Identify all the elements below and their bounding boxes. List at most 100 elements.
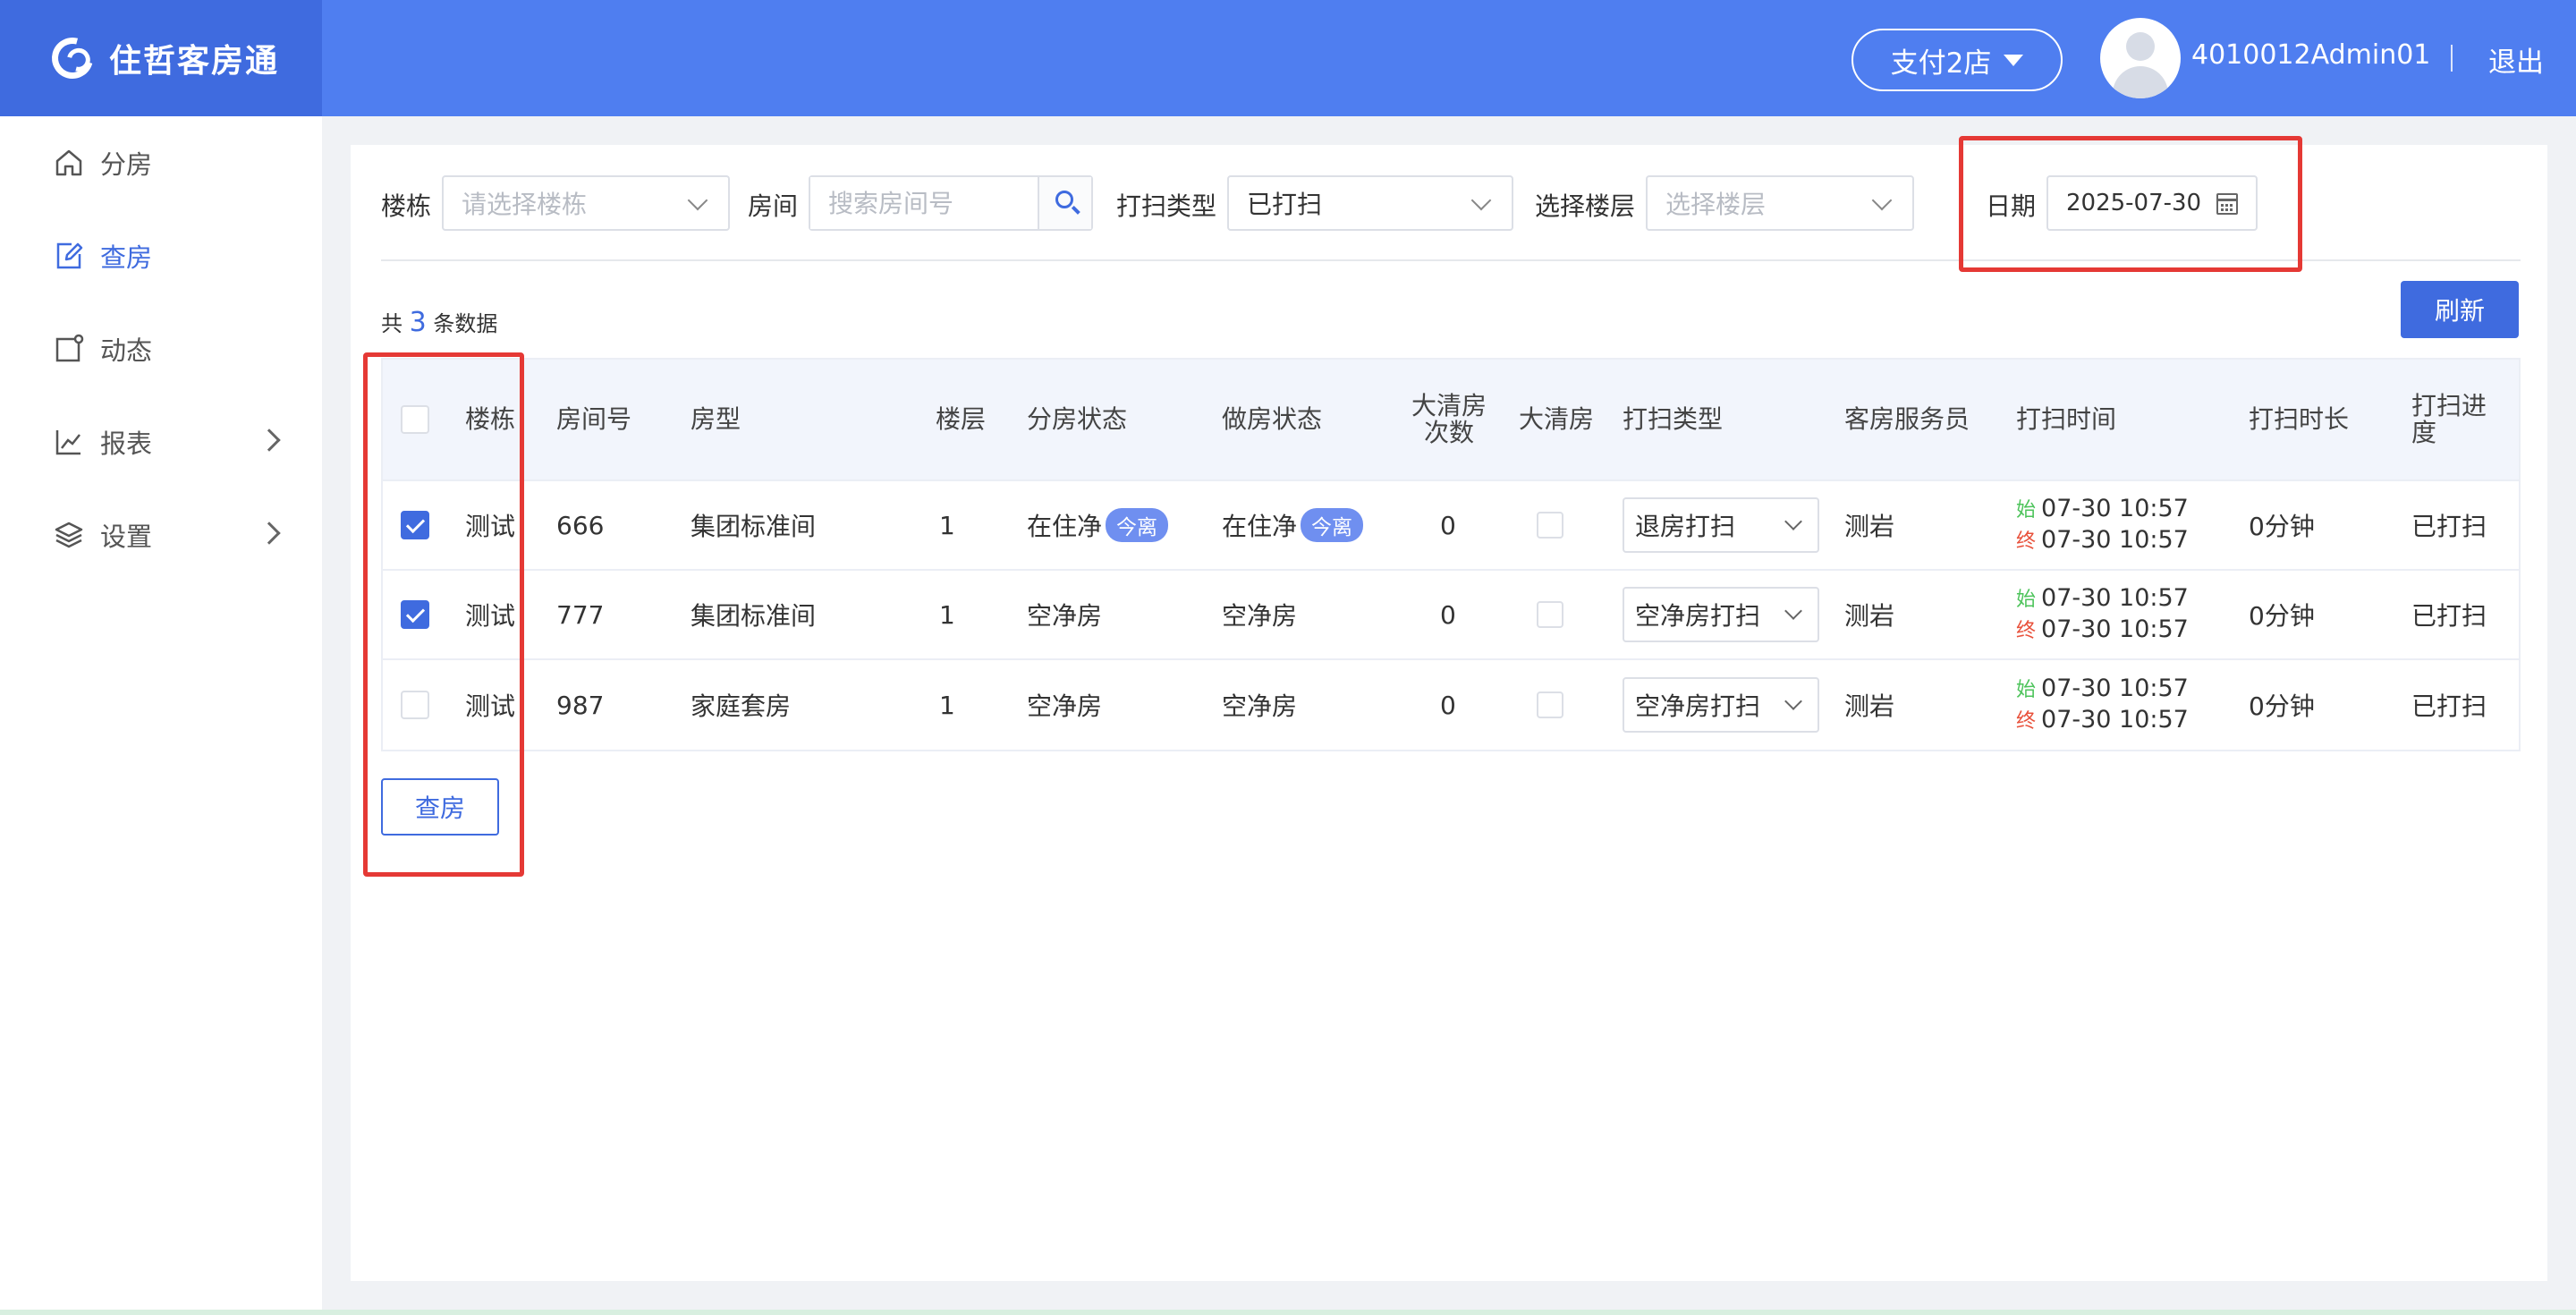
clean-type-row-select[interactable]: 空净房打扫 xyxy=(1623,677,1819,733)
sidebar-item-label: 报表 xyxy=(100,428,153,459)
floor-select[interactable]: 选择楼层 xyxy=(1646,175,1914,231)
store-label: 支付2店 xyxy=(1890,47,1992,80)
table-header: 楼栋 房间号 房型 楼层 分房状态 做房状态 大清房次数 大清房 打扫类型 客房… xyxy=(383,360,2519,481)
start-label: 始 xyxy=(2016,679,2037,701)
cell-progress: 已打扫 xyxy=(2411,601,2487,631)
col-progress: 打扫进度 xyxy=(2411,391,2487,447)
store-selector[interactable]: 支付2店 xyxy=(1852,29,2063,91)
cell-building: 测试 xyxy=(465,601,516,631)
room-label: 房间 xyxy=(748,191,799,221)
clean-type-select[interactable]: 已打扫 xyxy=(1227,175,1513,231)
sidebar-item-label: 分房 xyxy=(100,149,153,180)
cell-room-no: 666 xyxy=(556,510,605,540)
date-value: 2025-07-30 xyxy=(2066,190,2202,216)
deep-clean-checkbox[interactable] xyxy=(1537,512,1563,539)
chevron-down-icon xyxy=(1871,190,1893,211)
col-deep-clean: 大清房 xyxy=(1519,404,1595,434)
start-label: 始 xyxy=(2016,499,2037,522)
sidebar-item-label: 动态 xyxy=(100,335,153,366)
refresh-button[interactable]: 刷新 xyxy=(2401,281,2519,338)
floor-label: 选择楼层 xyxy=(1535,191,1636,221)
sidebar-item-reports[interactable]: 报表 xyxy=(0,406,322,478)
chevron-right-icon xyxy=(258,522,281,545)
end-time: 07-30 10:57 xyxy=(2041,706,2189,734)
col-clean-type: 打扫类型 xyxy=(1623,404,1724,434)
sidebar-item-settings[interactable]: 设置 xyxy=(0,499,322,571)
home-icon xyxy=(54,148,84,178)
sidebar-item-label: 设置 xyxy=(100,522,153,552)
top-bar: 住哲客房通 支付2店 4010012Admin01 退出 xyxy=(0,0,2576,116)
deep-clean-checkbox[interactable] xyxy=(1537,691,1563,718)
avatar[interactable] xyxy=(2100,18,2181,98)
status-badge: 今离 xyxy=(1301,508,1364,542)
deep-clean-checkbox[interactable] xyxy=(1537,601,1563,628)
record-count: 共 3 条数据 xyxy=(381,306,497,338)
clean-type-row-select[interactable]: 空净房打扫 xyxy=(1623,587,1819,642)
sidebar-item-assign[interactable]: 分房 xyxy=(0,127,322,199)
chevron-down-icon xyxy=(1784,692,1802,710)
room-search-input[interactable] xyxy=(810,177,1038,229)
row-checkbox[interactable] xyxy=(401,600,429,629)
table-row: 测试 987 家庭套房 1 空净房 空净房 0 空净房打扫 测岩 始 07-30 … xyxy=(383,660,2519,750)
cell-clean-time: 始 07-30 10:57 终 07-30 10:57 xyxy=(2016,481,2189,569)
user-body-shape xyxy=(2113,66,2168,98)
count-prefix: 共 xyxy=(381,311,402,336)
edit-doc-icon xyxy=(54,241,84,271)
cell-progress: 已打扫 xyxy=(2411,691,2487,721)
chevron-down-icon xyxy=(687,190,708,211)
sidebar: 分房 查房 动态 报表 设置 xyxy=(0,116,322,1315)
clean-type-row-value: 空净房打扫 xyxy=(1635,601,1761,631)
cell-building: 测试 xyxy=(465,691,516,721)
status-badge: 今离 xyxy=(1106,508,1169,542)
floor-placeholder: 选择楼层 xyxy=(1665,190,1767,219)
row-checkbox[interactable] xyxy=(401,691,429,719)
check-room-button[interactable]: 查房 xyxy=(381,778,499,836)
col-duration: 打扫时长 xyxy=(2249,404,2350,434)
col-floor: 楼层 xyxy=(936,404,987,434)
activity-icon xyxy=(54,334,84,364)
building-placeholder: 请选择楼栋 xyxy=(462,190,588,219)
cell-make-status: 在住净 今离 xyxy=(1222,481,1364,569)
cell-attendant: 测岩 xyxy=(1844,601,1895,631)
sidebar-item-activity[interactable]: 动态 xyxy=(0,313,322,385)
layers-icon xyxy=(54,520,84,550)
bottom-edge xyxy=(0,1310,2576,1315)
clean-type-row-select[interactable]: 退房打扫 xyxy=(1623,497,1819,553)
cell-deep-clean-count: 0 xyxy=(1440,599,1456,630)
cell-clean-time: 始 07-30 10:57 终 07-30 10:57 xyxy=(2016,660,2189,750)
row-checkbox[interactable] xyxy=(401,511,429,539)
select-all-cell xyxy=(401,360,429,479)
room-table: 楼栋 房间号 房型 楼层 分房状态 做房状态 大清房次数 大清房 打扫类型 客房… xyxy=(381,358,2521,751)
clean-type-value: 已打扫 xyxy=(1247,190,1323,219)
cell-floor: 1 xyxy=(939,510,955,540)
col-make-status: 做房状态 xyxy=(1222,404,1323,434)
filter-divider xyxy=(381,259,2521,261)
room-search xyxy=(809,175,1093,231)
table-row: 测试 666 集团标准间 1 在住净 今离 在住净 今离 0 退房打扫 测岩 始… xyxy=(383,481,2519,571)
col-room-type: 房型 xyxy=(691,404,741,434)
logout-link[interactable]: 退出 xyxy=(2488,39,2544,80)
col-room-no: 房间号 xyxy=(556,404,632,434)
chevron-down-icon xyxy=(1470,190,1492,211)
building-select[interactable]: 请选择楼栋 xyxy=(442,175,730,231)
cell-room-no: 987 xyxy=(556,690,605,720)
cell-progress: 已打扫 xyxy=(2411,512,2487,541)
start-time: 07-30 10:57 xyxy=(2041,584,2189,612)
cell-building: 测试 xyxy=(465,512,516,541)
clean-type-label: 打扫类型 xyxy=(1116,191,1217,221)
cell-room-type: 家庭套房 xyxy=(691,691,792,721)
building-label: 楼栋 xyxy=(381,191,432,221)
cell-assign-status: 空净房 xyxy=(1027,601,1103,631)
date-picker[interactable]: 2025-07-30 xyxy=(2046,175,2258,231)
cell-room-type: 集团标准间 xyxy=(691,601,817,631)
col-assign-status: 分房状态 xyxy=(1027,404,1128,434)
search-button[interactable] xyxy=(1038,177,1091,229)
date-label: 日期 xyxy=(1986,191,2037,221)
header-divider xyxy=(2451,45,2453,72)
cell-room-type: 集团标准间 xyxy=(691,512,817,541)
chevron-right-icon xyxy=(258,428,281,452)
cell-floor: 1 xyxy=(939,690,955,720)
select-all-checkbox[interactable] xyxy=(401,405,429,434)
sidebar-item-check-room[interactable]: 查房 xyxy=(0,220,322,292)
cell-duration: 0分钟 xyxy=(2249,512,2315,541)
